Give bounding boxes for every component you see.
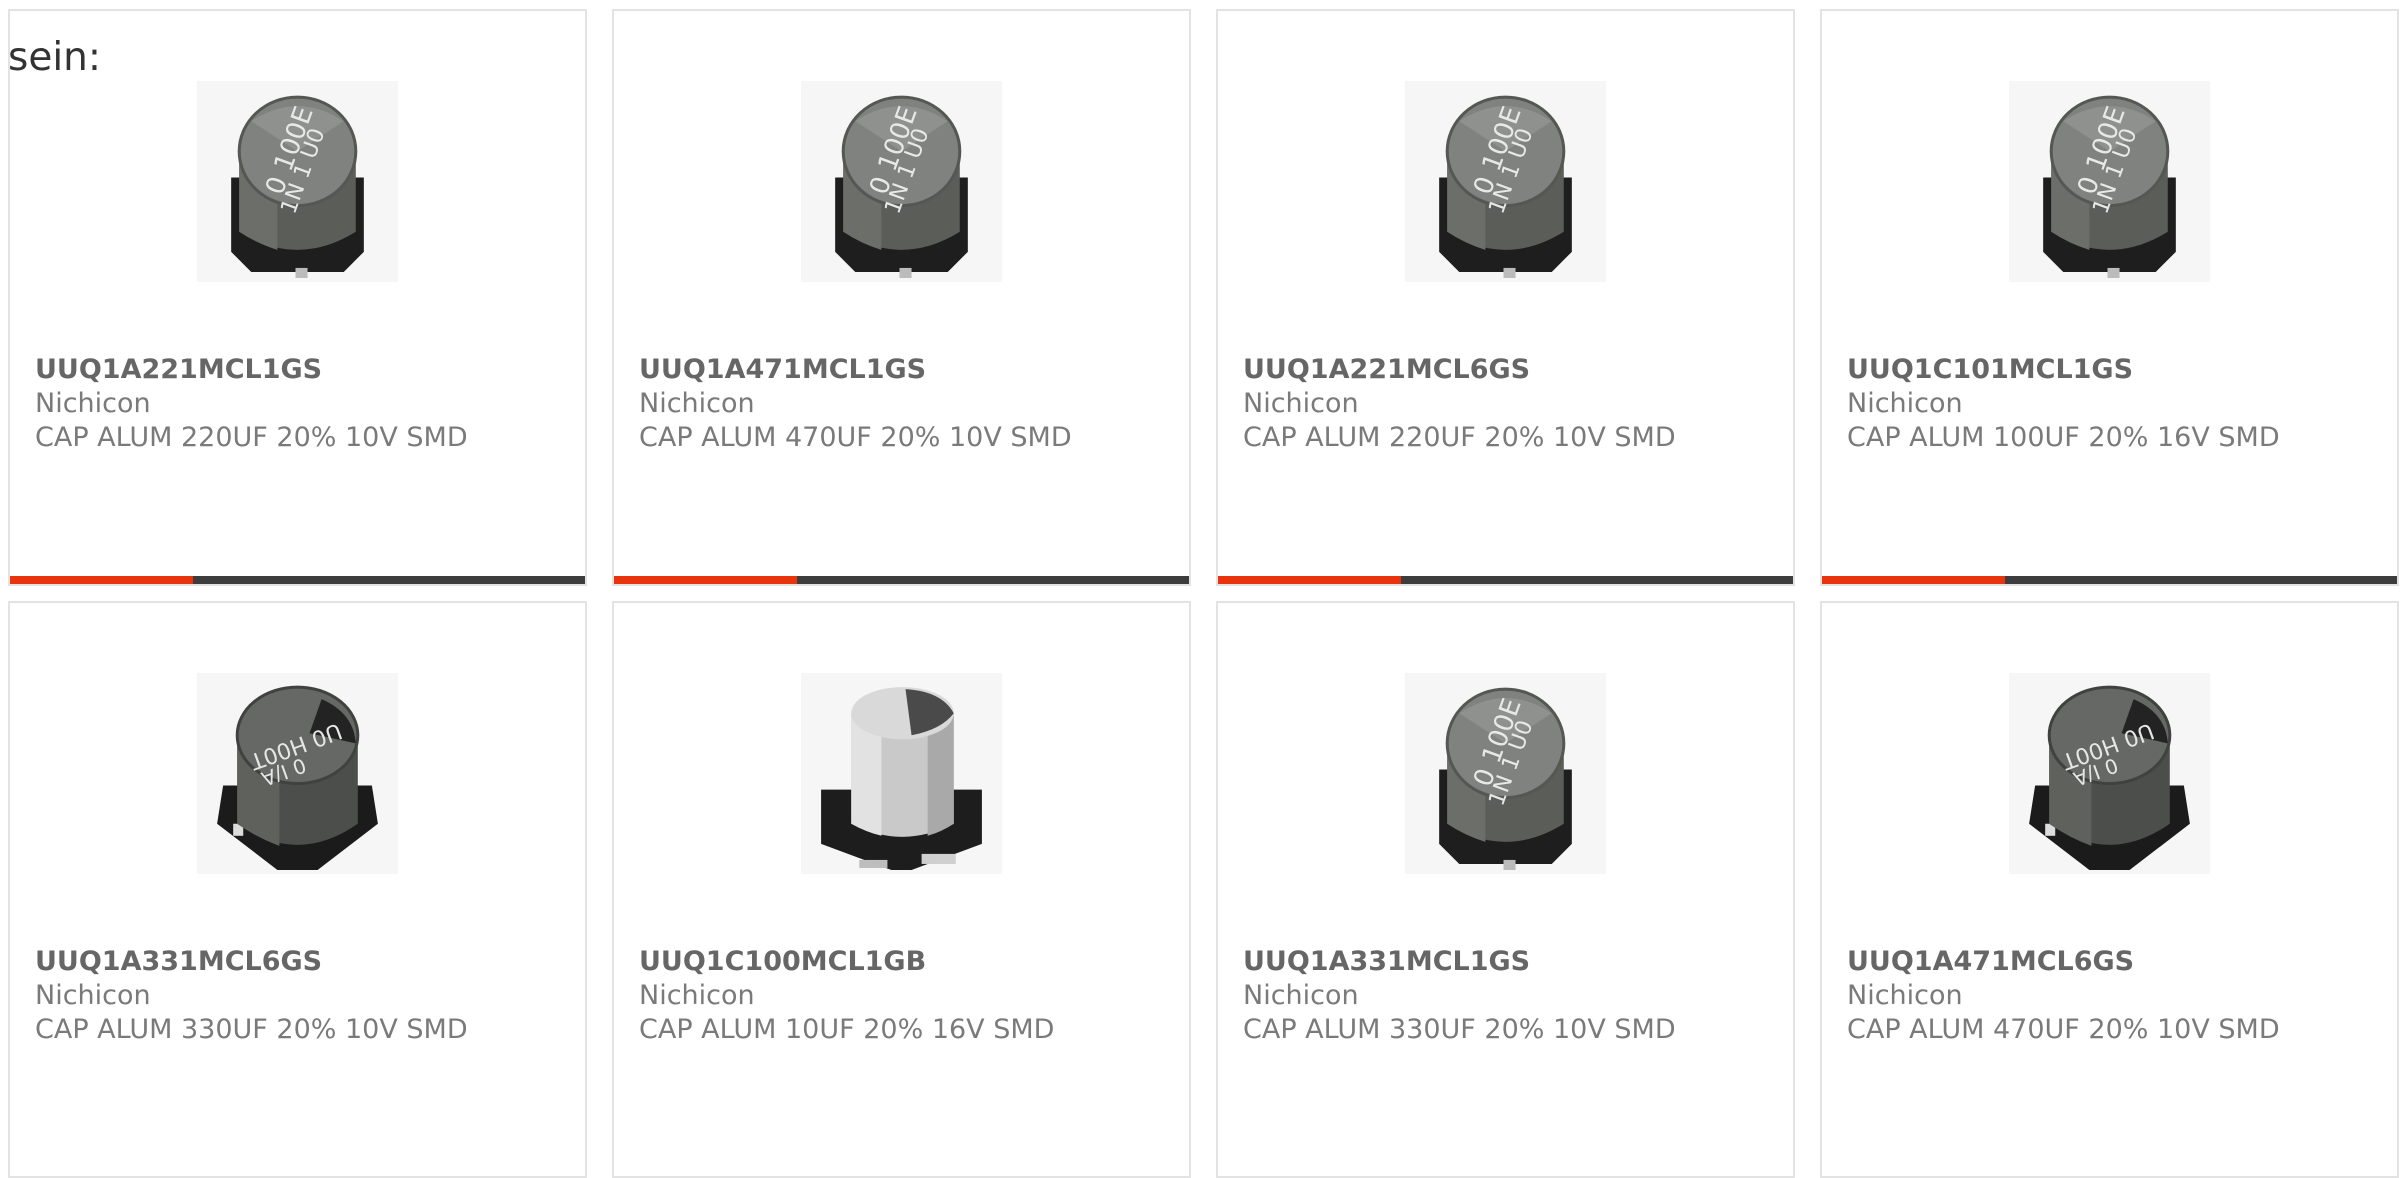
product-card[interactable]: 0 100E 1N 1 U0 UUQ1A471MCL1GS Nichicon CA… [612, 9, 1191, 586]
card-accent-bar [614, 576, 797, 584]
description: CAP ALUM 330UF 20% 10V SMD [1243, 1014, 1676, 1045]
manufacturer: Nichicon [1847, 980, 1963, 1011]
description: CAP ALUM 220UF 20% 10V SMD [35, 422, 468, 453]
product-card[interactable]: U0 H00T 0 I/A UUQ1A331MCL6GS Nichicon CAP… [8, 601, 587, 1178]
card-bottom-bar [1218, 576, 1793, 584]
part-number[interactable]: UUQ1C101MCL1GS [1847, 354, 2133, 385]
product-card[interactable]: 0 100E 1N 1 U0 UUQ1A221MCL1GS Nichicon CA… [8, 9, 587, 586]
manufacturer: Nichicon [35, 980, 151, 1011]
product-card[interactable]: UUQ1C100MCL1GB Nichicon CAP ALUM 10UF 20… [612, 601, 1191, 1178]
part-number[interactable]: UUQ1A221MCL6GS [1243, 354, 1530, 385]
intro-text: sein: [8, 35, 102, 80]
part-number[interactable]: UUQ1A221MCL1GS [35, 354, 322, 385]
capacitor-dark-top-icon[interactable]: 0 100E 1N 1 U0 [801, 81, 1002, 282]
part-number[interactable]: UUQ1C100MCL1GB [639, 946, 926, 977]
capacitor-dark-top-icon[interactable]: 0 100E 1N 1 U0 [1405, 673, 1606, 874]
product-card[interactable]: U0 H00T 0 I/A UUQ1A471MCL6GS Nichicon CAP… [1820, 601, 2399, 1178]
capacitor-dark-top-icon[interactable]: 0 100E 1N 1 U0 [197, 81, 398, 282]
capacitor-dark-side-icon[interactable]: U0 H00T 0 I/A [197, 673, 398, 874]
description: CAP ALUM 220UF 20% 10V SMD [1243, 422, 1676, 453]
manufacturer: Nichicon [1243, 980, 1359, 1011]
card-accent-bar [10, 576, 193, 584]
manufacturer: Nichicon [1243, 388, 1359, 419]
part-number[interactable]: UUQ1A331MCL1GS [1243, 946, 1530, 977]
product-card[interactable]: 0 100E 1N 1 U0 UUQ1C101MCL1GS Nichicon CA… [1820, 9, 2399, 586]
card-accent-bar [1822, 576, 2005, 584]
card-bottom-bar [10, 576, 585, 584]
product-grid: 0 100E 1N 1 U0 UUQ1A221MCL1GS Nichicon CA… [8, 9, 2399, 1178]
manufacturer: Nichicon [639, 388, 755, 419]
product-card[interactable]: 0 100E 1N 1 U0 UUQ1A221MCL6GS Nichicon CA… [1216, 9, 1795, 586]
card-bottom-bar [1822, 576, 2397, 584]
capacitor-dark-side-icon[interactable]: U0 H00T 0 I/A [2009, 673, 2210, 874]
part-number[interactable]: UUQ1A471MCL1GS [639, 354, 926, 385]
description: CAP ALUM 10UF 20% 16V SMD [639, 1014, 1055, 1045]
description: CAP ALUM 470UF 20% 10V SMD [639, 422, 1072, 453]
card-bottom-bar [614, 576, 1189, 584]
description: CAP ALUM 100UF 20% 16V SMD [1847, 422, 2280, 453]
part-number[interactable]: UUQ1A331MCL6GS [35, 946, 322, 977]
capacitor-dark-top-icon[interactable]: 0 100E 1N 1 U0 [2009, 81, 2210, 282]
manufacturer: Nichicon [35, 388, 151, 419]
description: CAP ALUM 470UF 20% 10V SMD [1847, 1014, 2280, 1045]
description: CAP ALUM 330UF 20% 10V SMD [35, 1014, 468, 1045]
capacitor-dark-top-icon[interactable]: 0 100E 1N 1 U0 [1405, 81, 1606, 282]
manufacturer: Nichicon [1847, 388, 1963, 419]
capacitor-silver-icon[interactable] [801, 673, 1002, 874]
product-card[interactable]: 0 100E 1N 1 U0 UUQ1A331MCL1GS Nichicon CA… [1216, 601, 1795, 1178]
card-accent-bar [1218, 576, 1401, 584]
part-number[interactable]: UUQ1A471MCL6GS [1847, 946, 2134, 977]
manufacturer: Nichicon [639, 980, 755, 1011]
